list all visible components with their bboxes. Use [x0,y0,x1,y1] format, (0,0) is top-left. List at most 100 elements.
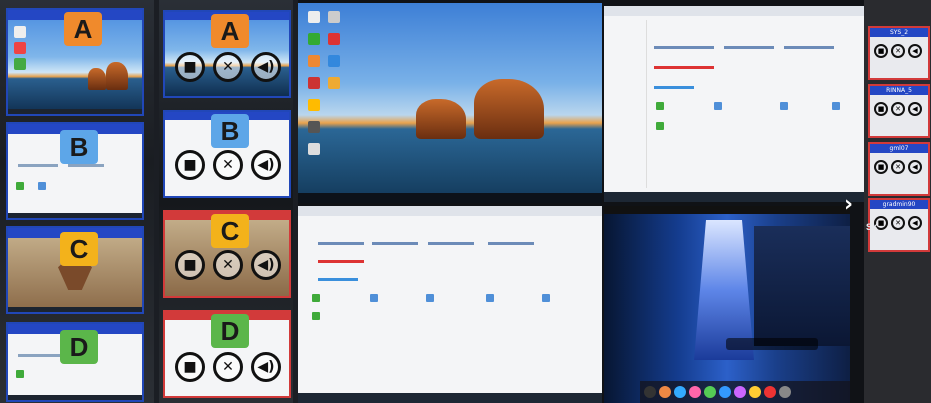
desktop-icon[interactable] [328,55,340,67]
control-panel-c: ■ ✕ ◀) C [163,210,291,298]
label-a: A [211,14,249,48]
window-titlebar[interactable] [604,6,864,16]
volume-icon[interactable]: ◀ [908,44,922,58]
folder-icon[interactable] [370,294,378,302]
thumbnail-a[interactable]: A [6,8,144,116]
folder-icon[interactable] [714,102,722,110]
explorer-row [18,354,62,357]
taskbar[interactable] [604,192,864,202]
app-icon[interactable] [764,386,776,398]
taskbar[interactable] [298,193,602,203]
screen-explorer-bottom[interactable] [298,206,602,403]
app-icon[interactable] [644,386,656,398]
explorer-row [68,164,104,167]
app-icon[interactable] [734,386,746,398]
swap-icon[interactable]: ✕ [891,160,905,174]
swap-icon[interactable]: ✕ [891,44,905,58]
screen-desktop[interactable] [298,3,602,203]
folder-icon [16,182,24,190]
folder-icon[interactable] [656,102,664,110]
stop-button[interactable]: ■ [175,150,205,180]
volume-icon: ◀) [257,257,275,273]
screen-explorer-top[interactable] [604,6,864,202]
drive-bar [318,242,364,245]
thumbnail-d[interactable]: D [6,322,144,402]
mini-panel[interactable]: gml07 ■ ✕ ◀ [868,142,930,196]
chevron-right-icon[interactable]: › [844,192,853,217]
swap-button[interactable]: ✕ [213,352,243,382]
stop-button[interactable]: ■ [175,52,205,82]
stop-icon[interactable]: ■ [874,102,888,116]
desktop-icon[interactable] [308,77,320,89]
app-icon[interactable] [659,386,671,398]
swap-icon[interactable]: ✕ [891,216,905,230]
swap-icon[interactable]: ✕ [891,102,905,116]
desktop-icon[interactable] [328,11,340,23]
desktop-icon[interactable] [308,33,320,45]
folder-icon[interactable] [426,294,434,302]
swap-button[interactable]: ✕ [213,250,243,280]
volume-icon[interactable]: ◀ [908,216,922,230]
desktop-icon[interactable] [308,55,320,67]
stop-button[interactable]: ■ [175,352,205,382]
volume-button[interactable]: ◀) [251,250,281,280]
desktop-icon [14,26,26,38]
folder-icon[interactable] [312,312,320,320]
desktop-icon [14,42,26,54]
folder-icon[interactable] [542,294,550,302]
volume-icon[interactable]: ◀ [908,160,922,174]
folder-icon[interactable] [780,102,788,110]
app-icon[interactable] [719,386,731,398]
stop-icon[interactable]: ■ [874,44,888,58]
folder-icon[interactable] [486,294,494,302]
folder-icon[interactable] [832,102,840,110]
stop-button[interactable]: ■ [175,250,205,280]
mini-panel-title: SYS_2 [870,28,928,37]
mini-panel[interactable]: SYS_2 ■ ✕ ◀ [868,26,930,80]
desktop-icon[interactable] [328,77,340,89]
app-icon[interactable] [689,386,701,398]
folder-icon[interactable] [656,122,664,130]
volume-icon: ◀) [257,359,275,375]
taskbar [8,213,142,218]
thumbnail-b[interactable]: B [6,122,144,220]
window-titlebar[interactable] [298,206,602,216]
screen-mac-desktop[interactable] [604,206,850,403]
app-icon[interactable] [674,386,686,398]
app-icon[interactable] [704,386,716,398]
navigation-pane[interactable] [608,20,647,188]
desktop-icon[interactable] [308,99,320,111]
swap-button[interactable]: ✕ [213,150,243,180]
drive-bar [654,46,714,49]
drive-bar [428,242,474,245]
drive-bar [318,260,364,263]
desktop-icon[interactable] [308,121,320,133]
volume-icon[interactable]: ◀ [908,102,922,116]
dock[interactable] [640,381,850,403]
volume-icon: ◀) [257,59,275,75]
folder-icon[interactable] [312,294,320,302]
app-icon[interactable] [779,386,791,398]
mini-panel[interactable]: RINNA_5 ■ ✕ ◀ [868,84,930,138]
app-icon[interactable] [749,386,761,398]
label-b: B [211,114,249,148]
taskbar[interactable] [298,393,602,403]
stop-icon: ■ [183,59,197,75]
volume-button[interactable]: ◀) [251,150,281,180]
menu-bar[interactable] [604,206,850,214]
thumbnail-c[interactable]: C [6,226,144,314]
swap-icon: ✕ [222,59,234,75]
swap-button[interactable]: ✕ [213,52,243,82]
media-controls[interactable] [726,338,818,350]
swap-icon: ✕ [222,257,234,273]
cliff-scenery [754,226,850,346]
drive-bar [372,242,418,245]
volume-button[interactable]: ◀) [251,352,281,382]
desktop-icon[interactable] [308,11,320,23]
volume-button[interactable]: ◀) [251,52,281,82]
folder-icon [16,370,24,378]
desktop-icon[interactable] [308,143,320,155]
explorer-window[interactable] [298,206,602,403]
desktop-icon[interactable] [328,33,340,45]
stop-icon[interactable]: ■ [874,160,888,174]
